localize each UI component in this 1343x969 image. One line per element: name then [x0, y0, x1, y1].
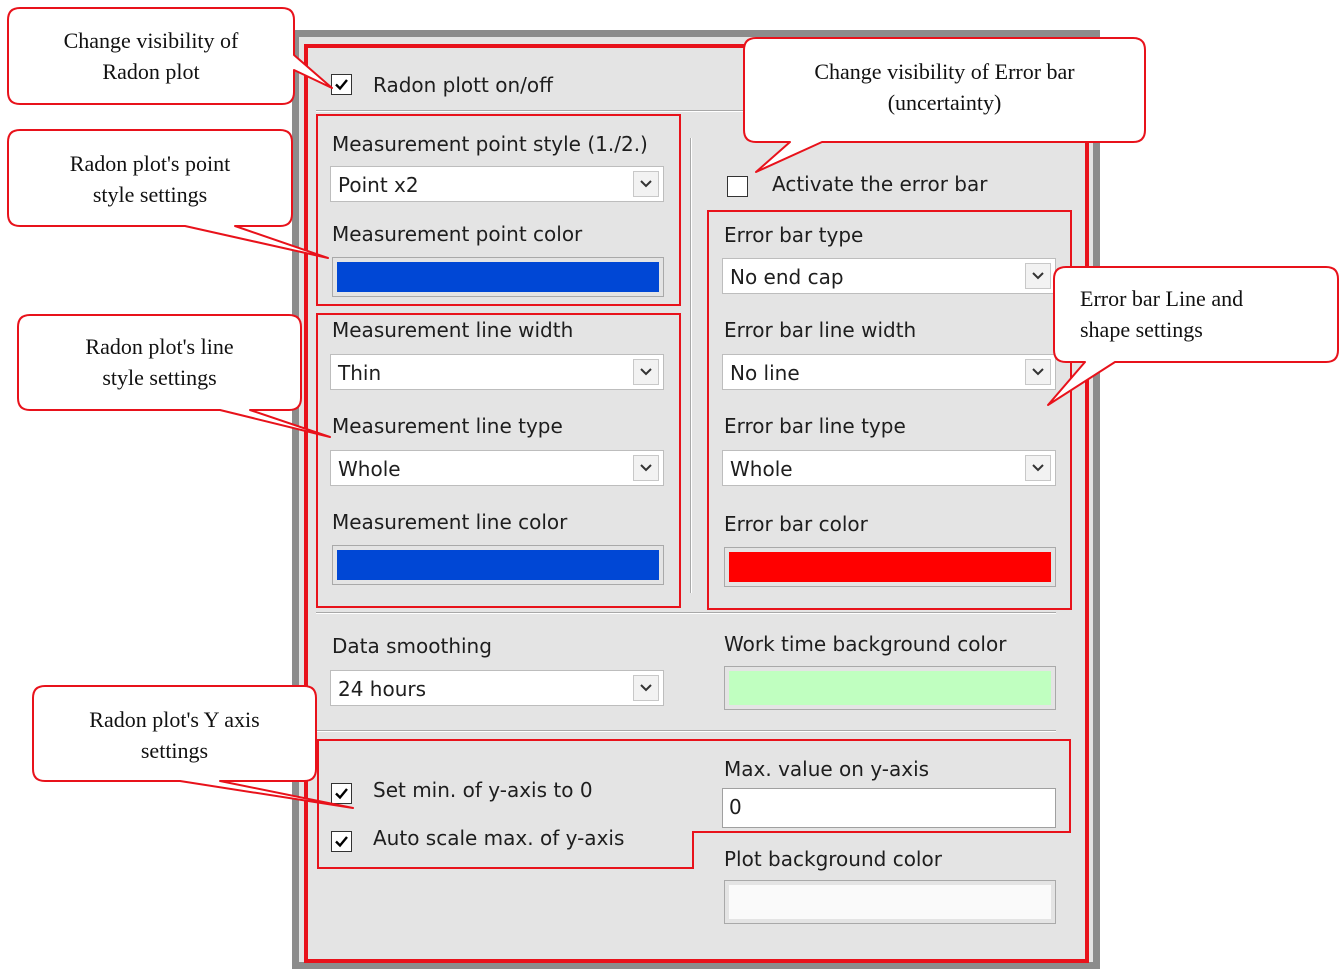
callout-visibility-line1: Change visibility of — [63, 28, 239, 53]
callout-y-axis-line2: settings — [140, 738, 209, 763]
callout-error-visibility-line1: Change visibility of Error bar — [814, 59, 1075, 84]
callout-y-axis: Radon plot's Y axis settings — [33, 704, 316, 766]
callout-line-style-line2: style settings — [102, 365, 217, 390]
callout-line-style-line1: Radon plot's line — [85, 334, 234, 359]
y-axis-highlight — [317, 739, 1071, 869]
annotation-overlay — [7, 7, 1339, 869]
callout-visibility-line2: Radon plot — [102, 59, 200, 84]
callout-error-line-line1: Error bar Line and — [1080, 286, 1244, 311]
callout-error-visibility: Change visibility of Error bar (uncertai… — [744, 56, 1145, 118]
callout-point-style-line2: style settings — [92, 182, 208, 207]
callout-error-visibility-line2: (uncertainty) — [887, 90, 1002, 115]
callout-line-style: Radon plot's line style settings — [18, 331, 301, 393]
callout-error-line: Error bar Line and shape settings — [1080, 283, 1243, 345]
callout-error-line-line2: shape settings — [1080, 317, 1203, 342]
callout-point-style-line1: Radon plot's point — [69, 151, 231, 176]
callout-point-style: Radon plot's point style settings — [8, 148, 292, 210]
callout-y-axis-line1: Radon plot's Y axis — [89, 707, 260, 732]
callout-visibility: Change visibility of Radon plot — [8, 25, 294, 87]
